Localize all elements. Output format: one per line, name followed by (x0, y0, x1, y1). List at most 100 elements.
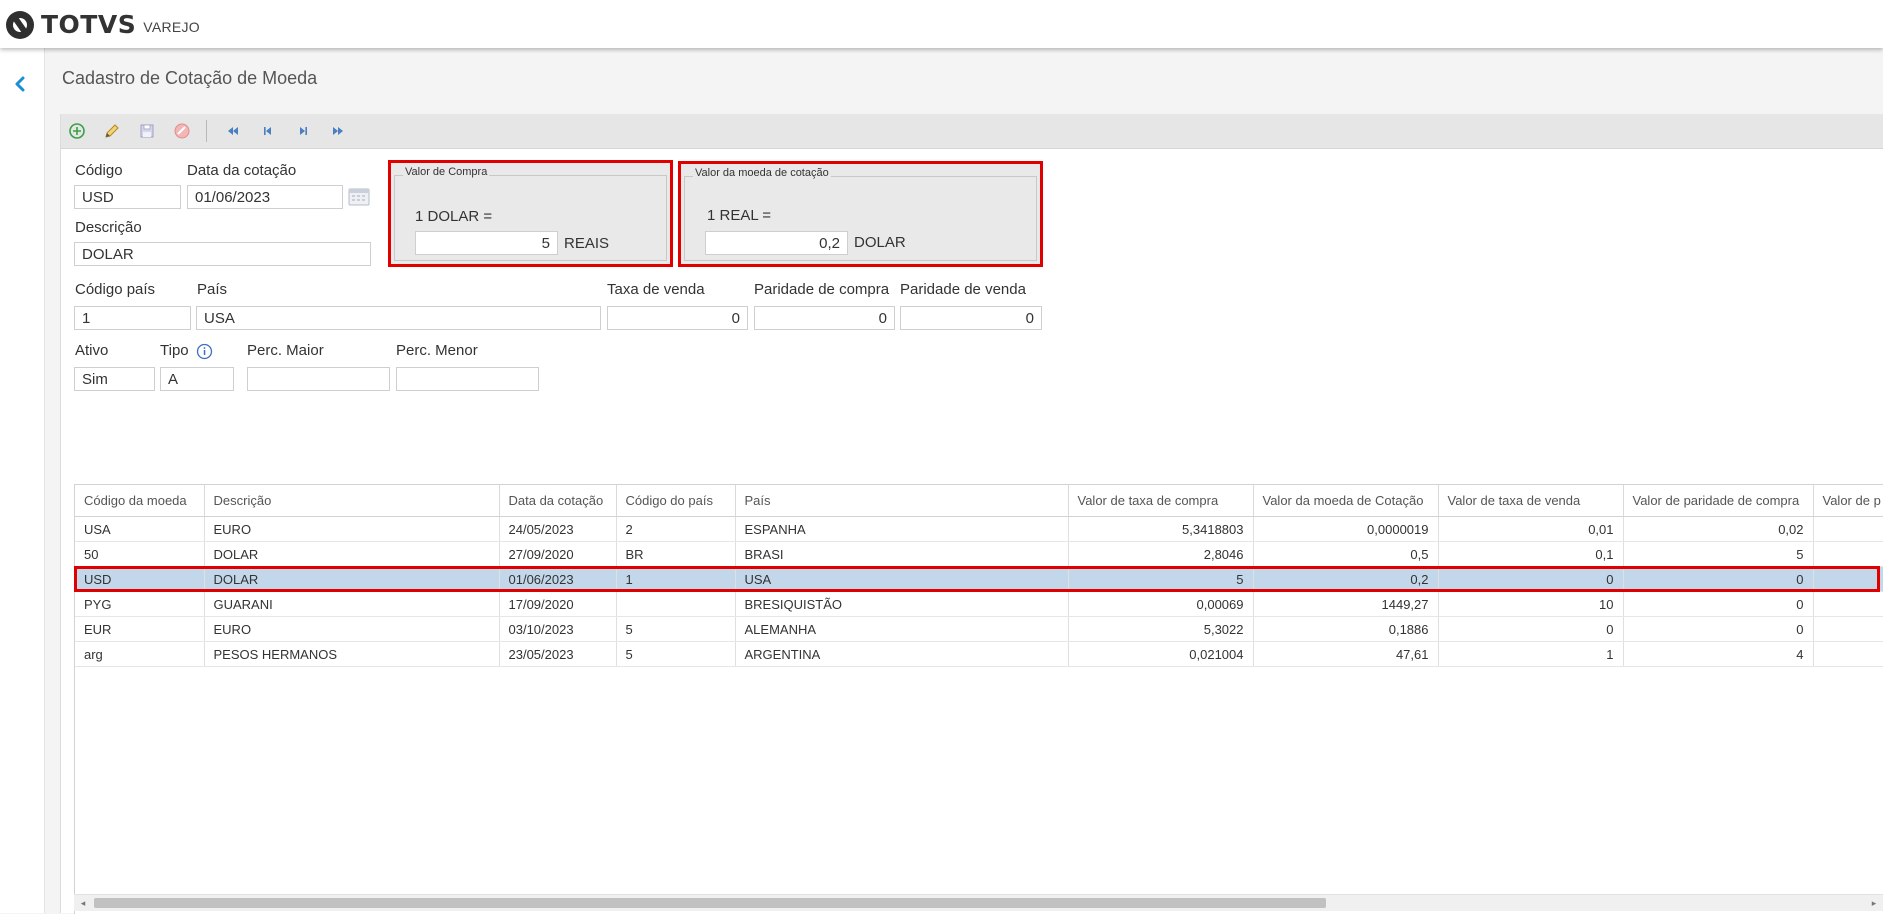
column-header[interactable]: Valor de taxa de venda (1438, 485, 1624, 517)
table-cell: arg (75, 641, 205, 667)
table-cell (1813, 541, 1883, 567)
descricao-label: Descrição (75, 219, 142, 236)
table-cell: EURO (204, 616, 500, 642)
column-header[interactable]: Data da cotação (499, 485, 617, 517)
perc-menor-label: Perc. Menor (396, 342, 478, 359)
perc-menor-field[interactable] (396, 367, 539, 391)
pais-field[interactable] (196, 306, 601, 330)
table-cell: 0 (1438, 566, 1624, 592)
table-cell: ESPANHA (735, 516, 1069, 542)
cancel-icon[interactable] (173, 122, 191, 140)
taxa-venda-label: Taxa de venda (607, 281, 705, 298)
table-cell: 0 (1623, 616, 1814, 642)
table-cell: 0 (1623, 566, 1814, 592)
data-cotacao-label: Data da cotação (187, 162, 297, 179)
table-cell (1813, 516, 1883, 542)
pais-label: País (197, 281, 228, 298)
paridade-compra-field[interactable] (754, 306, 895, 330)
paridade-venda-label: Paridade de venda (900, 281, 1026, 298)
save-icon[interactable] (138, 122, 156, 140)
valor-moeda-field[interactable] (705, 231, 848, 255)
calendar-icon[interactable] (348, 185, 370, 207)
table-cell: GUARANI (204, 591, 500, 617)
table-cell: 23/05/2023 (499, 641, 617, 667)
valor-moeda-equation: 1 REAL = (707, 207, 772, 224)
table-header-row: Código da moeda Descrição Data da cotaçã… (75, 485, 1883, 517)
previous-record-icon[interactable] (259, 122, 277, 140)
column-header[interactable]: Descrição (204, 485, 500, 517)
column-header[interactable]: Valor de p (1813, 485, 1883, 517)
table-cell: 2,8046 (1068, 541, 1254, 567)
paridade-compra-label: Paridade de compra (754, 281, 890, 298)
edit-icon[interactable] (103, 122, 121, 140)
table-cell: 27/09/2020 (499, 541, 617, 567)
column-header[interactable]: Valor de taxa de compra (1068, 485, 1254, 517)
ativo-field[interactable] (74, 367, 155, 391)
table-cell: PESOS HERMANOS (204, 641, 500, 667)
table-cell: 5 (616, 616, 736, 642)
table-cell: 4 (1623, 641, 1814, 667)
table-cell: 47,61 (1253, 641, 1439, 667)
perc-maior-field[interactable] (247, 367, 390, 391)
table-cell: 5,3022 (1068, 616, 1254, 642)
table-cell (1813, 616, 1883, 642)
tipo-field[interactable] (160, 367, 234, 391)
table-row-selected[interactable]: USD DOLAR 01/06/2023 1 USA 5 0,2 0 0 (75, 566, 1883, 592)
table-row[interactable]: EUR EURO 03/10/2023 5 ALEMANHA 5,3022 0,… (75, 616, 1883, 642)
table-row[interactable]: arg PESOS HERMANOS 23/05/2023 5 ARGENTIN… (75, 641, 1883, 667)
back-arrow-icon[interactable] (10, 74, 30, 94)
codigo-pais-label: Código país (75, 281, 156, 298)
table-cell (1813, 566, 1883, 592)
column-header[interactable]: Valor de paridade de compra (1623, 485, 1814, 517)
add-icon[interactable] (68, 122, 86, 140)
paridade-venda-field[interactable] (900, 306, 1042, 330)
scroll-right-icon[interactable]: ▸ (1869, 898, 1879, 908)
table-cell: 0,00069 (1068, 591, 1254, 617)
column-header[interactable]: Valor da moeda de Cotação (1253, 485, 1439, 517)
table-cell: 0,1886 (1253, 616, 1439, 642)
scrollbar-thumb[interactable] (94, 898, 1326, 908)
currency-quote-table: Código da moeda Descrição Data da cotaçã… (74, 484, 1883, 914)
table-cell: 2 (616, 516, 736, 542)
data-cotacao-field[interactable] (187, 185, 343, 209)
column-header[interactable]: Código da moeda (75, 485, 205, 517)
scroll-left-icon[interactable]: ◂ (78, 898, 88, 908)
valor-compra-field[interactable] (415, 231, 558, 255)
table-cell: BRASI (735, 541, 1069, 567)
codigo-field[interactable] (74, 185, 181, 209)
table-cell: 0 (1623, 591, 1814, 617)
table-cell: 0,2 (1253, 566, 1439, 592)
valor-compra-legend: Valor de Compra (403, 166, 490, 178)
table-row[interactable]: PYG GUARANI 17/09/2020 BRESIQUISTÃO 0,00… (75, 591, 1883, 617)
left-rail (0, 48, 45, 913)
codigo-pais-field[interactable] (74, 306, 191, 330)
data-table: Código da moeda Descrição Data da cotaçã… (75, 485, 1883, 667)
toolbar-separator (206, 120, 207, 142)
table-cell: 24/05/2023 (499, 516, 617, 542)
info-icon[interactable] (196, 343, 213, 360)
first-record-icon[interactable] (224, 122, 242, 140)
table-row[interactable]: USA EURO 24/05/2023 2 ESPANHA 5,3418803 … (75, 516, 1883, 542)
table-row[interactable]: 50 DOLAR 27/09/2020 BR BRASI 2,8046 0,5 … (75, 541, 1883, 567)
column-header[interactable]: País (735, 485, 1069, 517)
last-record-icon[interactable] (329, 122, 347, 140)
valor-moeda-unit: DOLAR (854, 234, 906, 251)
codigo-label: Código (75, 162, 123, 179)
table-cell: BRESIQUISTÃO (735, 591, 1069, 617)
valor-compra-equation: 1 DOLAR = (415, 208, 493, 225)
table-cell: ARGENTINA (735, 641, 1069, 667)
table-cell: PYG (75, 591, 205, 617)
table-cell: 0,5 (1253, 541, 1439, 567)
descricao-field[interactable] (74, 242, 371, 266)
table-cell: 5 (616, 641, 736, 667)
totvs-logo[interactable]: TOTVS VAREJO (6, 10, 200, 39)
next-record-icon[interactable] (294, 122, 312, 140)
taxa-venda-field[interactable] (607, 306, 748, 330)
column-header[interactable]: Código do país (616, 485, 736, 517)
table-cell: 5 (1068, 566, 1254, 592)
table-cell: 0 (1438, 616, 1624, 642)
record-toolbar (61, 114, 1883, 149)
table-cell: 1449,27 (1253, 591, 1439, 617)
table-cell: 0,01 (1438, 516, 1624, 542)
horizontal-scrollbar[interactable]: ◂ ▸ (74, 894, 1883, 911)
